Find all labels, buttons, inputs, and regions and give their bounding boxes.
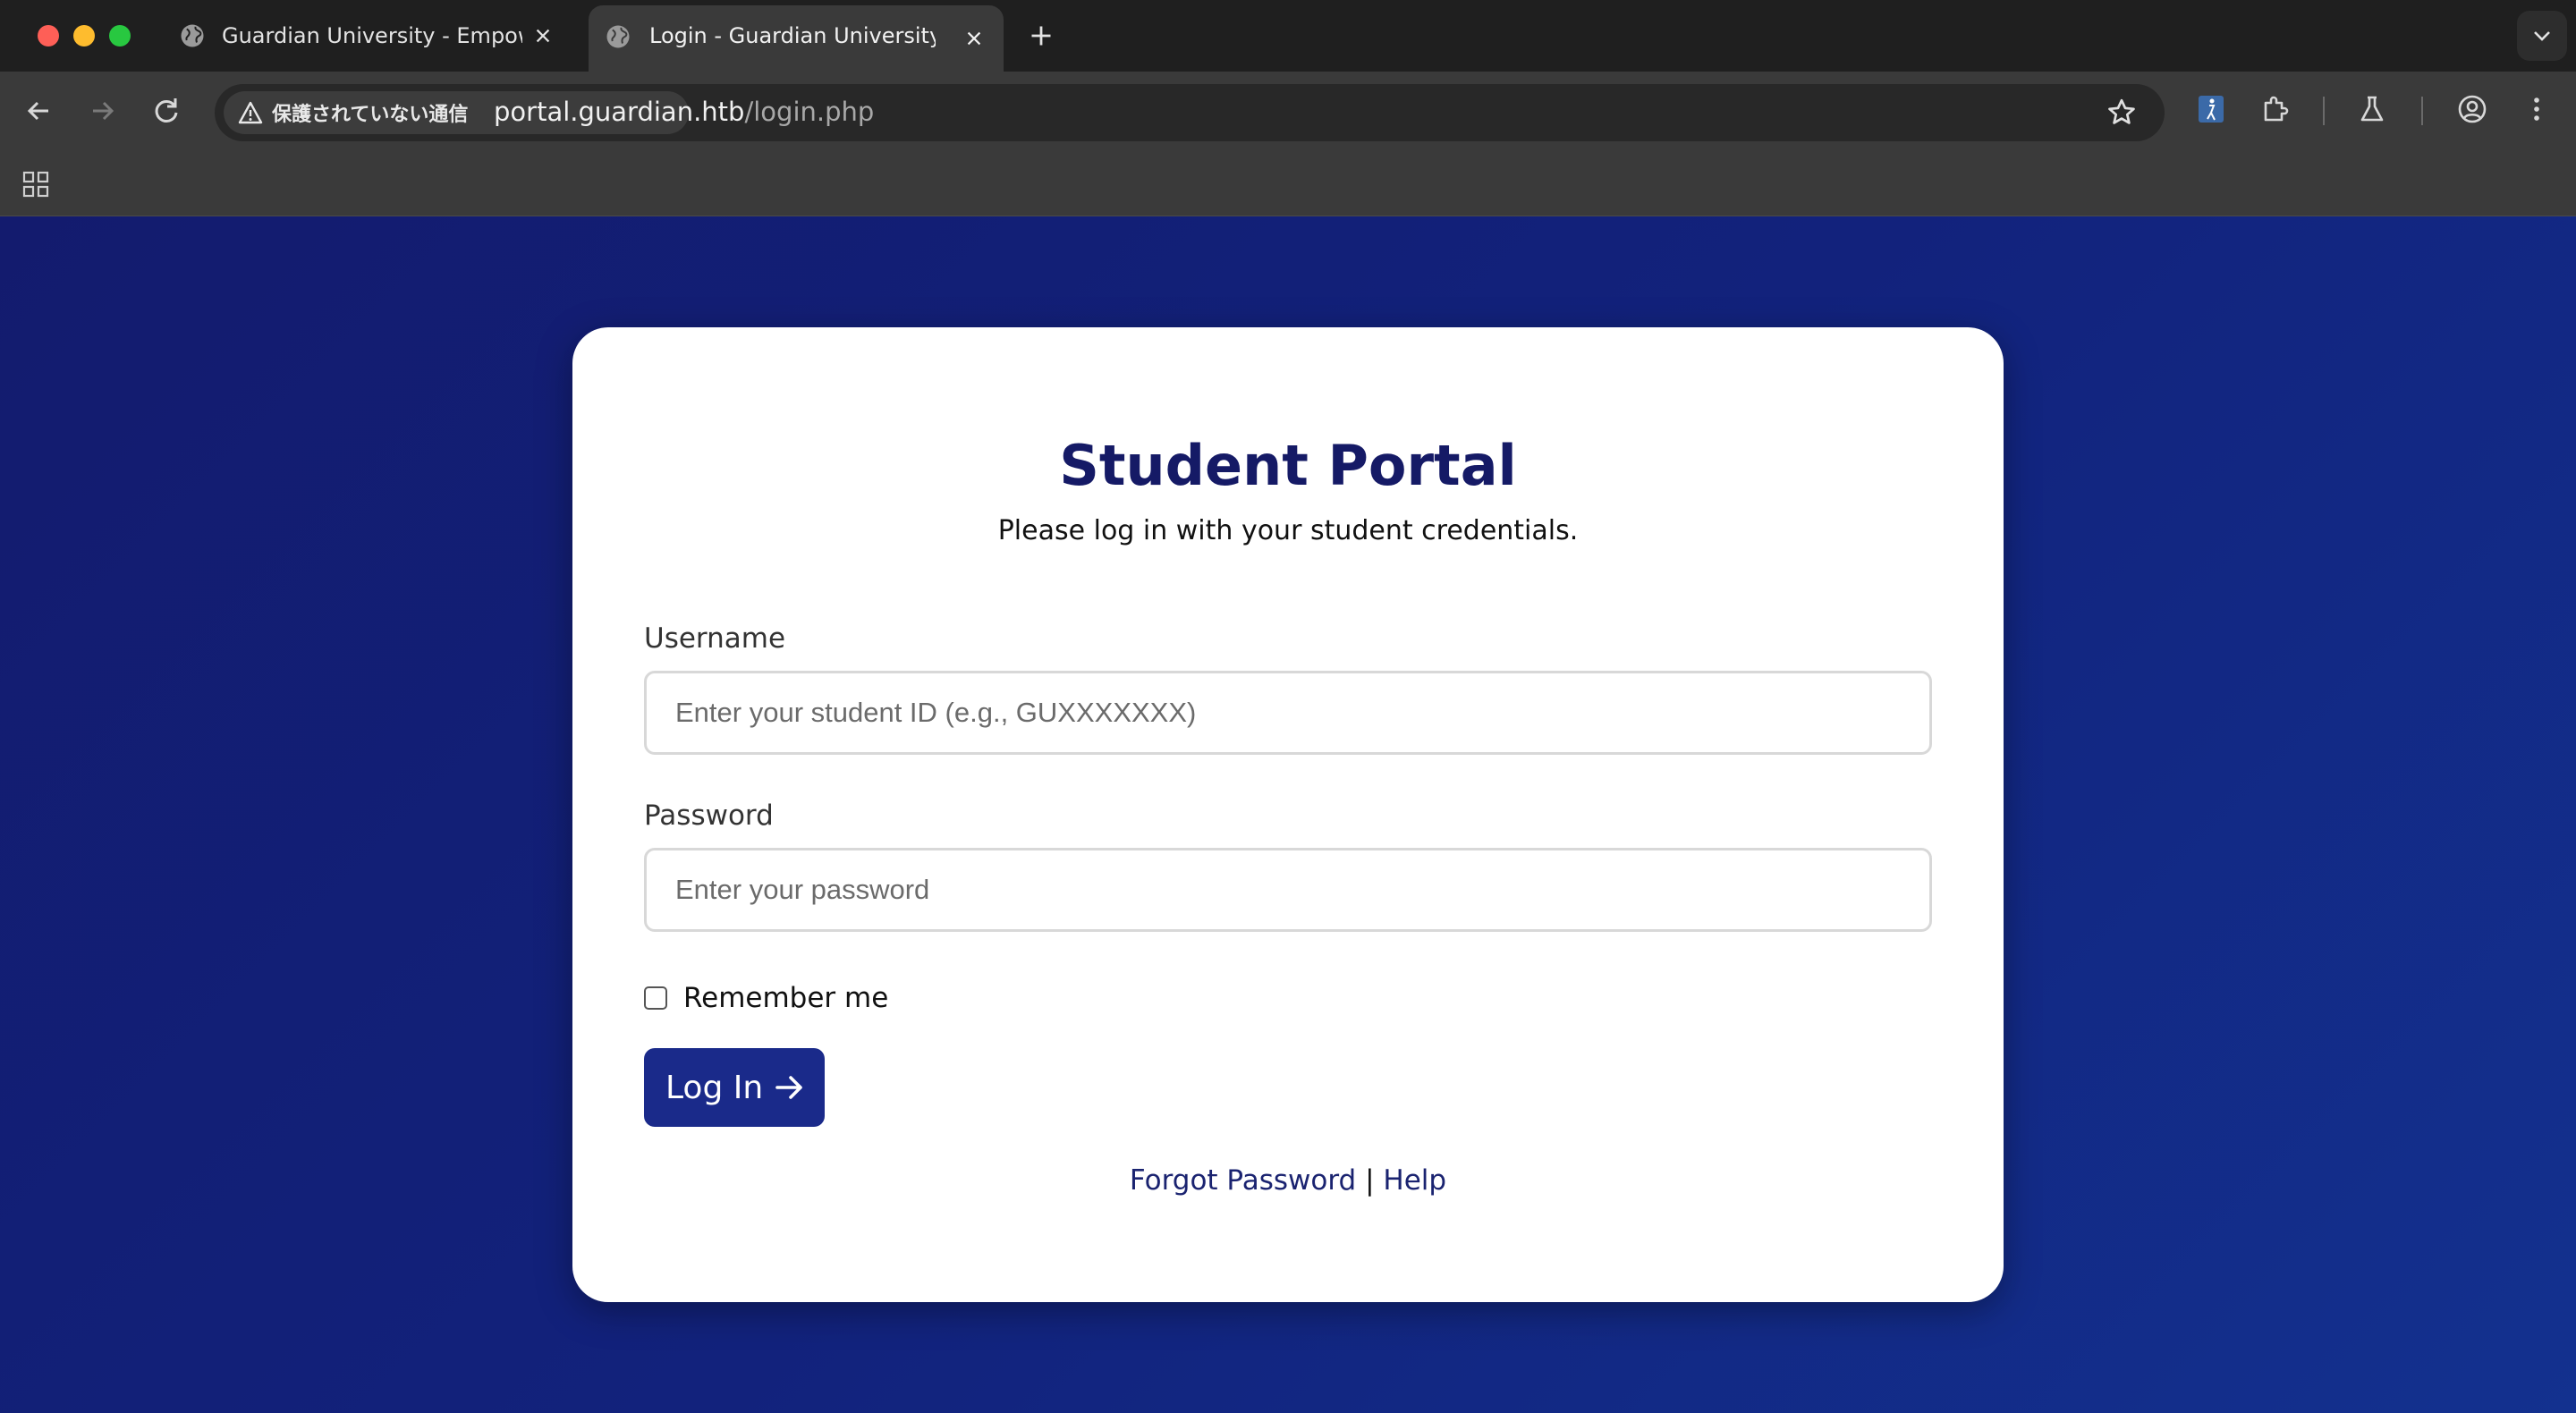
page-background: Student Portal Please log in with your s…	[0, 216, 2576, 1413]
url-host: portal.guardian.htb	[494, 97, 745, 127]
login-button-label: Log In	[665, 1069, 764, 1106]
url-text[interactable]: portal.guardian.htb/login.php	[494, 97, 874, 127]
password-input[interactable]	[644, 848, 1932, 932]
help-link[interactable]: Help	[1383, 1164, 1446, 1197]
password-label: Password	[644, 800, 774, 832]
link-separator: |	[1365, 1164, 1375, 1197]
page-title: Student Portal	[1059, 433, 1517, 498]
close-tab-icon[interactable]	[533, 26, 553, 46]
extension-accessibility-icon[interactable]	[2193, 91, 2229, 127]
globe-icon	[181, 24, 204, 47]
remember-me-checkbox[interactable]	[644, 986, 667, 1010]
back-button[interactable]	[21, 93, 57, 129]
window-maximize-button[interactable]	[109, 25, 131, 47]
globe-icon	[606, 25, 630, 48]
tab-search-button[interactable]	[2517, 11, 2567, 61]
browser-tab-bar: Guardian University - Empowering Login -…	[0, 0, 2576, 72]
extensions-puzzle-icon[interactable]	[2258, 91, 2293, 127]
browser-tab-guardian-home[interactable]: Guardian University - Empowering	[161, 0, 581, 72]
login-button[interactable]: Log In	[644, 1048, 825, 1127]
security-label: 保護されていない通信	[272, 104, 469, 126]
forward-button[interactable]	[84, 93, 120, 129]
remember-me-row[interactable]: Remember me	[644, 980, 888, 1016]
warning-icon	[238, 101, 263, 124]
reload-icon	[155, 98, 178, 123]
tab-title: Guardian University - Empowering	[222, 23, 522, 48]
profile-avatar-icon[interactable]	[2454, 91, 2490, 127]
window-close-button[interactable]	[38, 25, 59, 47]
forgot-password-link[interactable]: Forgot Password	[1130, 1164, 1356, 1197]
arrow-left-icon	[27, 101, 48, 121]
toolbar-separator	[2421, 97, 2423, 125]
remember-me-label[interactable]: Remember me	[683, 982, 888, 1014]
chevron-down-icon	[2534, 31, 2550, 41]
username-label: Username	[644, 622, 786, 655]
reload-button[interactable]	[148, 93, 184, 129]
labs-flask-icon[interactable]	[2354, 91, 2390, 127]
address-bar[interactable]: 保護されていない通信 portal.guardian.htb/login.php	[215, 84, 2165, 141]
bookmarks-bar	[0, 152, 2576, 216]
username-input[interactable]	[644, 671, 1932, 755]
new-tab-icon[interactable]	[1029, 23, 1054, 48]
tab-title: Login - Guardian University	[649, 23, 936, 48]
arrow-right-icon	[93, 101, 114, 121]
close-tab-icon[interactable]	[964, 29, 984, 48]
page-subtitle: Please log in with your student credenti…	[997, 515, 1579, 546]
footer-links: Forgot Password | Help	[572, 1164, 2004, 1197]
browser-toolbar: 保護されていない通信 portal.guardian.htb/login.php	[0, 72, 2576, 152]
bookmark-star-icon[interactable]	[2106, 97, 2138, 129]
browser-menu-kebab-icon[interactable]	[2519, 91, 2555, 127]
toolbar-separator	[2323, 97, 2325, 125]
browser-tab-login[interactable]: Login - Guardian University	[589, 5, 1004, 72]
window-minimize-button[interactable]	[73, 25, 95, 47]
arrow-right-icon	[775, 1076, 802, 1099]
url-path: /login.php	[744, 97, 875, 127]
login-card: Student Portal Please log in with your s…	[572, 327, 2004, 1302]
apps-grid-icon[interactable]	[21, 170, 50, 199]
